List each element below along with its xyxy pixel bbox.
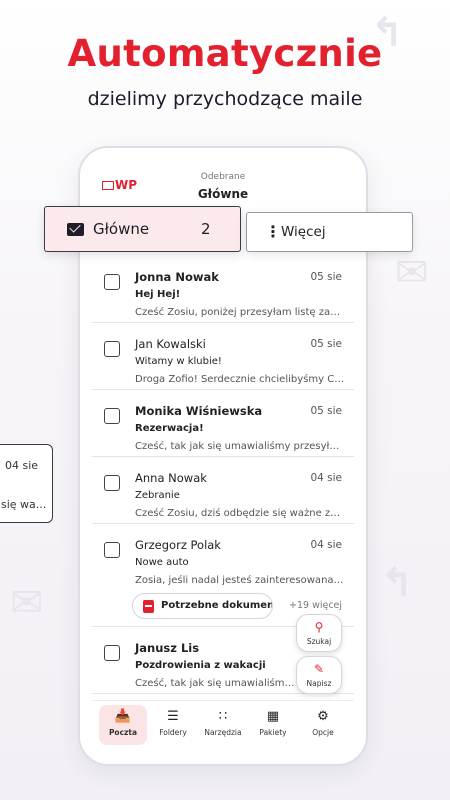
pdf-icon: [143, 600, 154, 613]
mail-date: 05 sie: [310, 271, 342, 283]
nav-foldery[interactable]: ☰ Foldery: [149, 705, 197, 745]
mail-sender: Jonna Nowak: [135, 270, 219, 284]
nav-label: Foldery: [159, 728, 187, 737]
mail-subject: Zebranie: [135, 490, 180, 501]
mail-checkbox[interactable]: [104, 542, 120, 558]
unread-count: 2: [201, 220, 211, 238]
mail-preview: Zosia, jeśli nadal jesteś zainteresowana…: [135, 575, 345, 586]
mail-subject: Nowe auto: [135, 557, 189, 568]
pencil-icon: ✎: [313, 662, 325, 676]
mail-checkbox[interactable]: [104, 408, 120, 424]
mail-sender: Monika Wiśniewska: [135, 404, 263, 418]
mail-sender: Janusz Lis: [135, 641, 200, 655]
promo-headline: Automatycznie: [67, 32, 383, 75]
nav-poczta[interactable]: 📥 Poczta: [99, 705, 147, 745]
nav-label: Opcje: [312, 728, 334, 737]
nav-label: Poczta: [108, 728, 138, 737]
background-pattern: ↰: [380, 560, 414, 606]
more-vert-icon: ⋮: [265, 222, 281, 241]
gear-icon: ⚙: [317, 709, 329, 724]
nav-pakiety[interactable]: ▦ Pakiety: [249, 705, 297, 745]
mail-checkbox[interactable]: [104, 341, 120, 357]
mail-checkbox[interactable]: [104, 475, 120, 491]
background-pattern: ✉: [395, 250, 429, 296]
mail-checkbox[interactable]: [104, 645, 120, 661]
menu-icon: ☰: [167, 709, 179, 724]
tab-glowne[interactable]: Główne 2: [44, 206, 241, 252]
attachment-chip[interactable]: Potrzebne dokumen...: [132, 593, 273, 619]
mail-date: 04 sie: [310, 539, 342, 551]
search-label: Szukaj: [306, 637, 332, 646]
peek-preview: się wa...: [1, 498, 47, 511]
mail-preview: Cześć Zosiu, poniżej przesyłam listę zad…: [135, 307, 345, 318]
background-pattern: ✉: [10, 580, 44, 626]
mail-date: 05 sie: [310, 338, 342, 350]
mail-sender: Anna Nowak: [135, 471, 207, 485]
bottom-navigation: 📥 Poczta ☰ Foldery ∷ Narzędzia ▦ Pakiety…: [92, 700, 354, 752]
nav-label: Pakiety: [259, 728, 287, 737]
nav-opcje[interactable]: ⚙ Opcje: [299, 705, 347, 745]
mail-preview: Cześć, tak jak się umawialiśmy przesyłam…: [135, 441, 345, 452]
inbox-icon: 📥: [114, 709, 132, 724]
tab-wiecej[interactable]: ⋮ Więcej: [246, 212, 413, 252]
mail-sender: Jan Kowalski: [135, 337, 206, 351]
header-subtitle: Odebrane: [200, 172, 246, 182]
header-title[interactable]: Główne: [92, 187, 354, 201]
mail-subject: Hej Hej!: [135, 289, 181, 300]
mail-item[interactable]: Jonna Nowak 05 sie Hej Hej! Cześć Zosiu,…: [92, 256, 354, 323]
more-attachments[interactable]: +19 więcej: [289, 600, 342, 611]
mail-item[interactable]: Monika Wiśniewska 05 sie Rezerwacja! Cze…: [92, 390, 354, 457]
grid-icon: ∷: [218, 709, 228, 724]
tab-label: Główne: [93, 220, 150, 238]
tab-label: Więcej: [281, 224, 326, 240]
mail-date: 04 sie: [310, 472, 342, 484]
mail-item[interactable]: Grzegorz Polak 04 sie Nowe auto Zosia, j…: [92, 524, 354, 627]
compose-button[interactable]: ✎ Napisz: [296, 656, 342, 694]
mail-subject: Witamy w klubie!: [135, 356, 222, 367]
mail-preview: Droga Zofio! Serdecznie chcielibyśmy Cię…: [135, 374, 345, 385]
compose-label: Napisz: [306, 679, 332, 688]
package-icon: ▦: [266, 709, 280, 724]
mail-checkbox[interactable]: [104, 274, 120, 290]
mail-preview: Cześć Zosiu, dziś odbędzie się ważne ze.…: [135, 508, 345, 519]
peek-mail-card: 04 sie się wa...: [0, 444, 53, 523]
nav-narzedzia[interactable]: ∷ Narzędzia: [199, 705, 247, 745]
app-header: WP Odebrane Główne: [92, 160, 354, 212]
search-icon: ⚲: [314, 620, 324, 634]
nav-label: Narzędzia: [204, 728, 242, 737]
peek-date: 04 sie: [5, 459, 39, 472]
mail-item[interactable]: Anna Nowak 04 sie Zebranie Cześć Zosiu, …: [92, 457, 354, 524]
mail-subject: Rezerwacja!: [135, 423, 204, 434]
mail-item[interactable]: Jan Kowalski 05 sie Witamy w klubie! Dro…: [92, 323, 354, 390]
mail-subject: Pozdrowienia z wakacji: [135, 660, 266, 671]
search-button[interactable]: ⚲ Szukaj: [296, 614, 342, 652]
promo-subheadline: dzielimy przychodzące maile: [87, 88, 363, 110]
mail-date: 05 sie: [310, 405, 342, 417]
mail-preview: Cześć, tak jak się umawialiśmy przes...: [135, 678, 295, 689]
attachment-name: Potrzebne dokumen...: [161, 600, 273, 611]
mail-sender: Grzegorz Polak: [135, 538, 221, 552]
envelope-icon: [67, 223, 84, 236]
